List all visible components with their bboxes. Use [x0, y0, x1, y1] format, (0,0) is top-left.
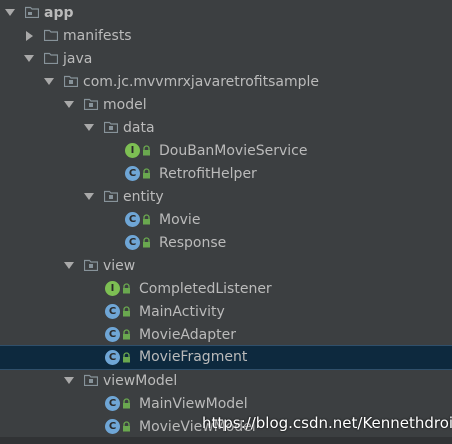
class-icon: C	[105, 419, 120, 434]
expand-arrow-icon[interactable]	[64, 262, 74, 269]
expand-arrow-icon[interactable]	[84, 193, 94, 200]
tree-node-doubanmovieservice[interactable]: I DouBanMovieService	[0, 140, 452, 163]
tree-label: viewModel	[103, 373, 178, 389]
tree-node-entity[interactable]: entity	[0, 186, 452, 209]
package-folder-icon	[104, 121, 118, 133]
lock-icon	[122, 329, 131, 340]
tree-label: DouBanMovieService	[159, 143, 308, 159]
interface-icon: I	[125, 143, 140, 158]
tree-node-movieadapter[interactable]: C MovieAdapter	[0, 324, 452, 347]
lock-icon	[122, 421, 131, 432]
lock-icon	[142, 214, 151, 225]
module-folder-icon	[25, 6, 39, 18]
expand-arrow-icon[interactable]	[24, 55, 34, 62]
tree-label: RetrofitHelper	[159, 166, 257, 182]
package-folder-icon	[104, 190, 118, 202]
tree-label: com.jc.mvvmrxjavaretrofitsample	[83, 74, 320, 90]
tree-label: MainActivity	[139, 304, 225, 320]
lock-icon	[122, 283, 131, 294]
tree-node-mainactivity[interactable]: C MainActivity	[0, 301, 452, 324]
lock-icon	[142, 237, 151, 248]
class-icon: C	[105, 350, 120, 365]
tree-node-data[interactable]: data	[0, 117, 452, 140]
interface-icon: I	[105, 281, 120, 296]
tree-label: Response	[159, 235, 227, 251]
folder-icon	[44, 52, 58, 64]
project-tree: app manifests java com.jc.mvvmrxjavaretr…	[0, 0, 452, 444]
collapse-arrow-icon[interactable]	[26, 31, 33, 41]
class-icon: C	[105, 304, 120, 319]
lock-icon	[142, 168, 151, 179]
package-folder-icon	[84, 374, 98, 386]
lock-icon	[122, 306, 131, 317]
tree-node-mainviewmodel[interactable]: C MainViewModel	[0, 393, 452, 416]
expand-arrow-icon[interactable]	[44, 78, 54, 85]
watermark-text: https://blog.csdn.net/Kennethdroid	[202, 414, 452, 432]
bottom-edge	[0, 437, 452, 444]
tree-node-manifests[interactable]: manifests	[0, 25, 452, 48]
tree-node-package[interactable]: com.jc.mvvmrxjavaretrofitsample	[0, 71, 452, 94]
tree-node-moviefragment[interactable]: C MovieFragment	[0, 345, 452, 370]
class-icon: C	[105, 396, 120, 411]
tree-label: MovieFragment	[139, 349, 248, 365]
package-folder-icon	[64, 75, 78, 87]
tree-label: manifests	[63, 28, 132, 44]
tree-label: java	[63, 51, 93, 67]
tree-label: entity	[123, 189, 164, 205]
lock-icon	[142, 145, 151, 156]
folder-icon	[44, 29, 58, 41]
expand-arrow-icon[interactable]	[64, 377, 74, 384]
lock-icon	[122, 398, 131, 409]
expand-arrow-icon[interactable]	[64, 101, 74, 108]
tree-label: app	[44, 5, 74, 21]
tree-node-app[interactable]: app	[0, 2, 452, 25]
class-icon: C	[125, 235, 140, 250]
tree-node-response[interactable]: C Response	[0, 232, 452, 255]
tree-label: model	[103, 97, 147, 113]
expand-arrow-icon[interactable]	[84, 124, 94, 131]
package-folder-icon	[84, 259, 98, 271]
tree-label: Movie	[159, 212, 201, 228]
tree-node-model[interactable]: model	[0, 94, 452, 117]
tree-label: CompletedListener	[139, 281, 272, 297]
tree-label: MainViewModel	[139, 396, 248, 412]
tree-label: data	[123, 120, 155, 136]
class-icon: C	[125, 212, 140, 227]
tree-node-view[interactable]: view	[0, 255, 452, 278]
tree-node-retrofithelper[interactable]: C RetrofitHelper	[0, 163, 452, 186]
tree-node-java[interactable]: java	[0, 48, 452, 71]
tree-label: MovieAdapter	[139, 327, 236, 343]
class-icon: C	[105, 327, 120, 342]
tree-node-completedlistener[interactable]: I CompletedListener	[0, 278, 452, 301]
lock-icon	[122, 352, 131, 363]
tree-node-movie[interactable]: C Movie	[0, 209, 452, 232]
tree-node-viewmodel[interactable]: viewModel	[0, 370, 452, 393]
class-icon: C	[125, 166, 140, 181]
tree-label: view	[103, 258, 136, 274]
package-folder-icon	[84, 98, 98, 110]
expand-arrow-icon[interactable]	[5, 9, 15, 16]
